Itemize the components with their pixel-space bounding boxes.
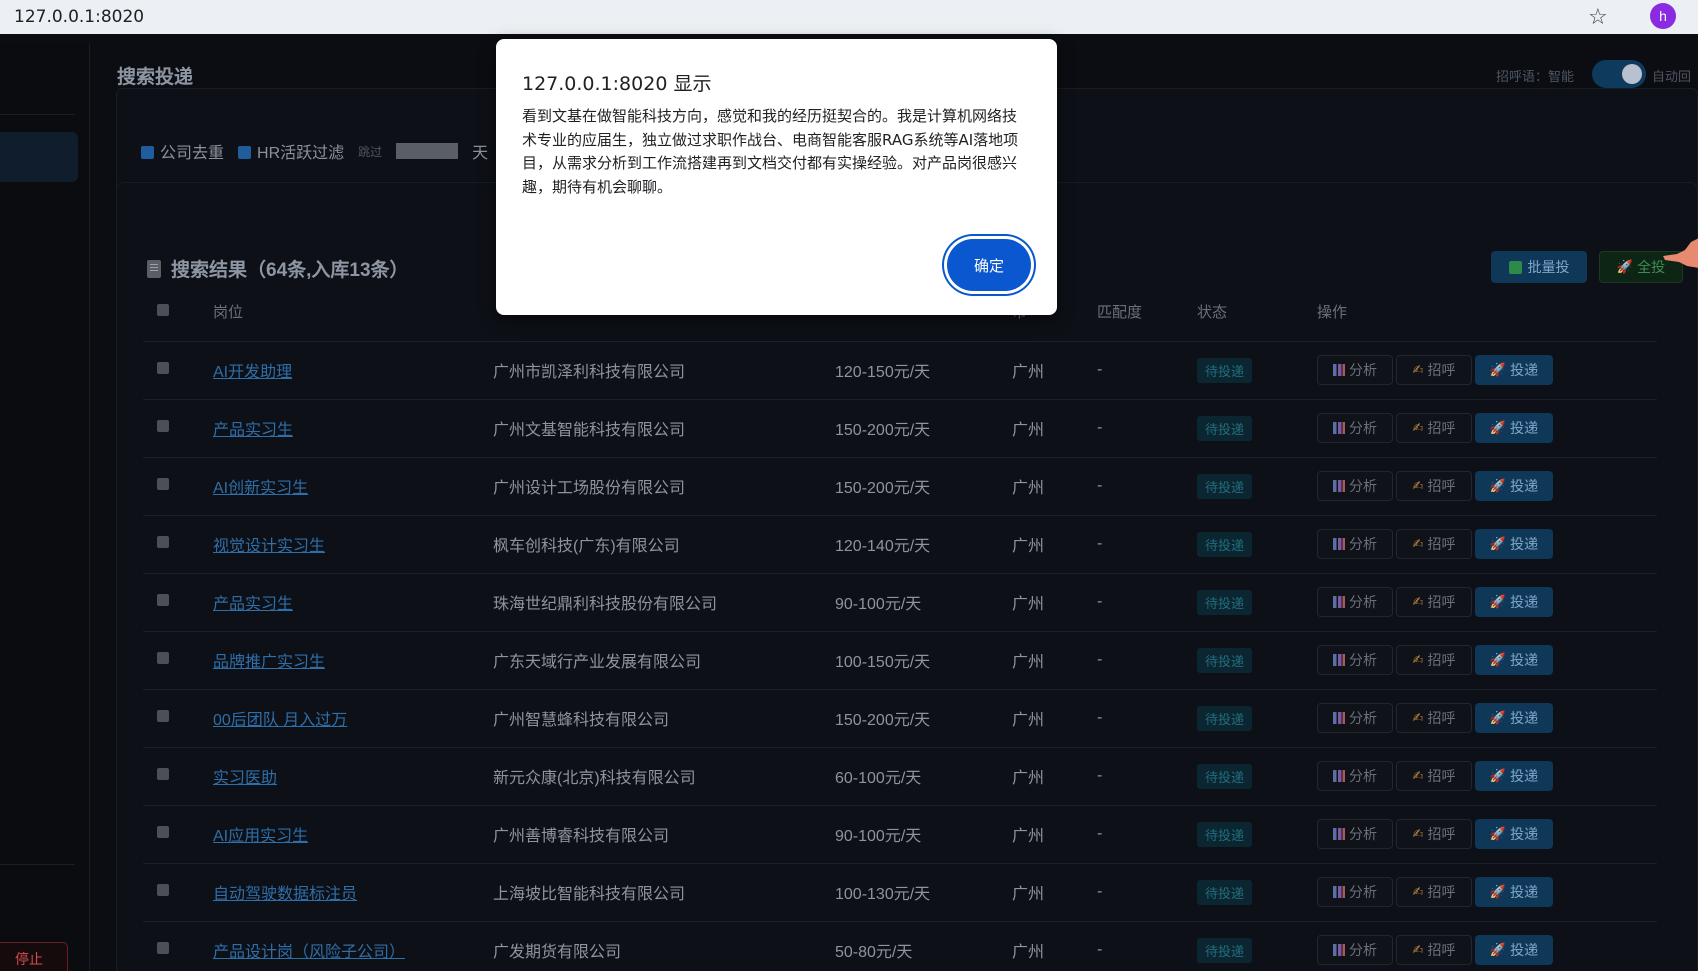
browser-address-bar: 127.0.0.1:8020 ☆ h [0, 0, 1698, 34]
dialog-message: 看到文基在做智能科技方向，感觉和我的经历挺契合的。我是计算机网络技术专业的应届生… [522, 107, 1019, 196]
dialog-title: 127.0.0.1:8020 显示 [522, 73, 712, 95]
url-text[interactable]: 127.0.0.1:8020 [14, 7, 144, 27]
alert-dialog: 127.0.0.1:8020 显示 看到文基在做智能科技方向，感觉和我的经历挺契… [496, 39, 1057, 315]
bookmark-star-icon[interactable]: ☆ [1588, 4, 1608, 30]
dialog-ok-button[interactable]: 确定 [947, 239, 1031, 291]
profile-avatar[interactable]: h [1650, 3, 1676, 29]
